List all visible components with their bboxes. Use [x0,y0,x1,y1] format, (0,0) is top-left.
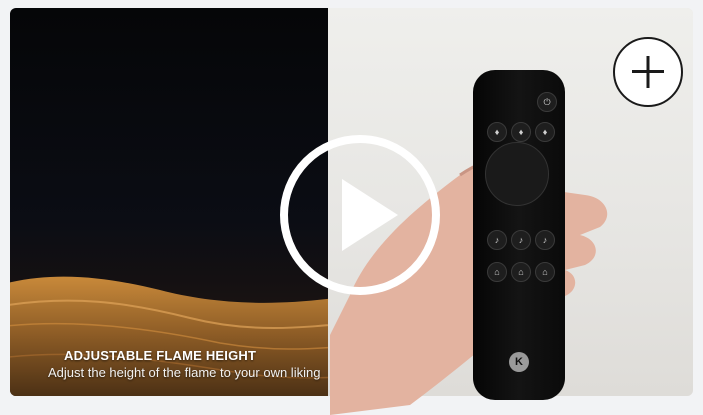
remote-button: ♪ [511,230,531,250]
play-button[interactable] [276,131,444,299]
remote-dial [485,142,549,206]
play-icon [342,179,398,251]
remote-button: ♦ [511,122,531,142]
remote-brand-logo: K [509,352,529,372]
caption-title: ADJUSTABLE FLAME HEIGHT [64,348,257,363]
remote-control: ⏻ ♦ ♦ ♦ ♪ ♪ ♪ ⌂ ⌂ ⌂ K [473,70,565,400]
remote-button: ♦ [535,122,555,142]
remote-button: ♪ [487,230,507,250]
remote-button: ⌂ [535,262,555,282]
add-button[interactable] [612,36,684,108]
power-icon: ⏻ [537,92,557,112]
remote-button: ⌂ [511,262,531,282]
remote-button: ⌂ [487,262,507,282]
caption-subtitle: Adjust the height of the flame to your o… [48,365,321,380]
remote-button: ♦ [487,122,507,142]
remote-button: ♪ [535,230,555,250]
